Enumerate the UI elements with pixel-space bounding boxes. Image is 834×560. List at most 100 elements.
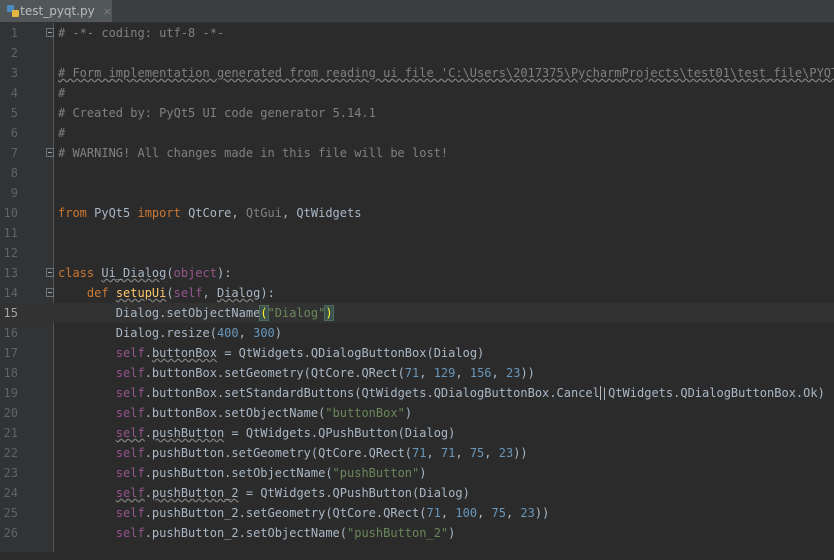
code-token: .buttonBox.setStandardButtons(QtWidgets.… bbox=[144, 386, 600, 400]
code-token: import bbox=[137, 206, 189, 220]
tab-title: test_pyqt.py bbox=[20, 4, 95, 18]
code-token: self bbox=[115, 366, 145, 380]
code-line[interactable]: 16 Dialog.resize(400, 300) bbox=[0, 323, 834, 343]
code-token: 75 bbox=[491, 506, 506, 520]
code-token: .buttonBox.setGeometry(QtCore.QRect( bbox=[144, 366, 405, 380]
code-text: from PyQt5 import QtCore, QtGui, QtWidge… bbox=[58, 203, 361, 223]
code-line[interactable]: 24 self.pushButton_2 = QtWidgets.QPushBu… bbox=[0, 483, 834, 503]
code-token: Dialog bbox=[216, 286, 261, 300]
code-line[interactable]: 23 self.pushButton.setObjectName("pushBu… bbox=[0, 463, 834, 483]
code-line[interactable]: 21 self.pushButton = QtWidgets.QPushButt… bbox=[0, 423, 834, 443]
code-line[interactable]: 3 # Form implementation generated from re… bbox=[0, 63, 834, 83]
code-line[interactable]: 18 self.buttonBox.setGeometry(QtCore.QRe… bbox=[0, 363, 834, 383]
code-line[interactable]: 10 from PyQt5 import QtCore, QtGui, QtWid… bbox=[0, 203, 834, 223]
code-token: # bbox=[58, 86, 66, 100]
code-token: .pushButton.setGeometry(QtCore.QRect( bbox=[144, 446, 413, 460]
code-line[interactable]: 1 # -*- coding: utf-8 -*- bbox=[0, 23, 834, 43]
code-text: # -*- coding: utf-8 -*- bbox=[58, 23, 224, 43]
code-token: self bbox=[115, 446, 145, 460]
line-number: 3 bbox=[10, 66, 18, 80]
fold-toggle-icon[interactable] bbox=[46, 148, 54, 157]
code-token: , bbox=[491, 366, 506, 380]
line-number: 5 bbox=[10, 106, 18, 120]
code-token: # Created by: PyQt5 UI code generator 5.… bbox=[58, 106, 376, 120]
code-token: 300 bbox=[253, 326, 275, 340]
code-token: , bbox=[505, 506, 521, 520]
line-number: 15 bbox=[3, 306, 18, 320]
fold-toggle-icon[interactable] bbox=[46, 28, 54, 37]
code-line[interactable]: 13 class Ui_Dialog(object): bbox=[0, 263, 834, 283]
tab-test-pyqt[interactable]: test_pyqt.py × bbox=[0, 0, 112, 22]
line-number: 1 bbox=[10, 26, 18, 40]
code-text: self.pushButton_2.setObjectName("pushBut… bbox=[58, 523, 456, 543]
code-token: 129 bbox=[433, 366, 456, 380]
code-token: setupUi bbox=[115, 286, 167, 300]
code-token: . bbox=[144, 486, 152, 500]
close-icon[interactable]: × bbox=[103, 5, 112, 18]
line-number: 12 bbox=[3, 246, 18, 260]
code-line[interactable]: 25 self.pushButton_2.setGeometry(QtCore.… bbox=[0, 503, 834, 523]
code-token: self bbox=[115, 526, 145, 540]
code-editor[interactable]: 1 # -*- coding: utf-8 -*- 2 3 # Form impleme… bbox=[0, 23, 834, 560]
code-text: self.pushButton_2.setGeometry(QtCore.QRe… bbox=[58, 503, 550, 523]
line-number: 25 bbox=[3, 506, 18, 520]
fold-toggle-icon[interactable] bbox=[46, 288, 54, 297]
code-line[interactable]: 12 bbox=[0, 243, 834, 263]
code-token: self bbox=[115, 406, 145, 420]
code-token: . bbox=[144, 426, 152, 440]
code-token: pushButton bbox=[151, 426, 225, 440]
code-token: , bbox=[455, 446, 470, 460]
code-token: Dialog.setObjectName bbox=[58, 306, 261, 320]
code-line[interactable]: 26 self.pushButton_2.setObjectName("push… bbox=[0, 523, 834, 543]
code-text: self.pushButton.setObjectName("pushButto… bbox=[58, 463, 427, 483]
code-token: object bbox=[173, 266, 217, 280]
code-line[interactable]: 9 bbox=[0, 183, 834, 203]
code-text: self.buttonBox.setStandardButtons(QtWidg… bbox=[58, 383, 825, 403]
code-token: )) bbox=[520, 366, 535, 380]
code-line[interactable]: 11 bbox=[0, 223, 834, 243]
code-line[interactable]: 7 # WARNING! All changes made in this fil… bbox=[0, 143, 834, 163]
code-token: ): bbox=[216, 266, 232, 280]
code-text: # Form implementation generated from rea… bbox=[58, 63, 834, 83]
line-number: 10 bbox=[3, 206, 18, 220]
code-line[interactable]: 5 # Created by: PyQt5 UI code generator 5… bbox=[0, 103, 834, 123]
code-token: , bbox=[455, 366, 470, 380]
line-number: 11 bbox=[3, 226, 18, 240]
horizontal-scrollbar[interactable] bbox=[0, 552, 834, 560]
editor-tab-bar: test_pyqt.py × bbox=[0, 0, 834, 23]
code-line[interactable]: 2 bbox=[0, 43, 834, 63]
line-number: 14 bbox=[3, 286, 18, 300]
code-line[interactable]: 4 # bbox=[0, 83, 834, 103]
code-line[interactable]: 22 self.pushButton.setGeometry(QtCore.QR… bbox=[0, 443, 834, 463]
code-line[interactable]: 19 self.buttonBox.setStandardButtons(QtW… bbox=[0, 383, 834, 403]
fold-toggle-icon[interactable] bbox=[46, 268, 54, 277]
code-token: .pushButton_2.setObjectName( bbox=[144, 526, 347, 540]
code-token: , bbox=[440, 506, 456, 520]
code-text: Dialog.resize(400, 300) bbox=[58, 323, 282, 343]
code-line[interactable]: 8 bbox=[0, 163, 834, 183]
code-line[interactable]: 15 Dialog.setObjectName("Dialog") bbox=[0, 303, 834, 323]
code-line[interactable]: 14 def setupUi(self, Dialog): bbox=[0, 283, 834, 303]
code-token: PyQt5 bbox=[94, 206, 138, 220]
code-text: def setupUi(self, Dialog): bbox=[58, 283, 275, 303]
code-token: , bbox=[484, 446, 499, 460]
code-token: .pushButton_2.setGeometry(QtCore.QRect( bbox=[144, 506, 427, 520]
code-line[interactable]: 20 self.buttonBox.setObjectName("buttonB… bbox=[0, 403, 834, 423]
code-token: , QtWidgets bbox=[281, 206, 362, 220]
line-number: 2 bbox=[10, 46, 18, 60]
code-line[interactable]: 6 # bbox=[0, 123, 834, 143]
code-token: self bbox=[115, 426, 145, 440]
code-token: buttonBox bbox=[151, 346, 217, 360]
code-line[interactable]: 17 self.buttonBox = QtWidgets.QDialogBut… bbox=[0, 343, 834, 363]
code-token: = QtWidgets.QPushButton(Dialog) bbox=[238, 486, 470, 500]
line-number: 9 bbox=[10, 186, 18, 200]
code-token: .pushButton.setObjectName( bbox=[144, 466, 333, 480]
code-token: , bbox=[419, 366, 434, 380]
code-token: def bbox=[86, 286, 116, 300]
code-token: # bbox=[58, 126, 66, 140]
